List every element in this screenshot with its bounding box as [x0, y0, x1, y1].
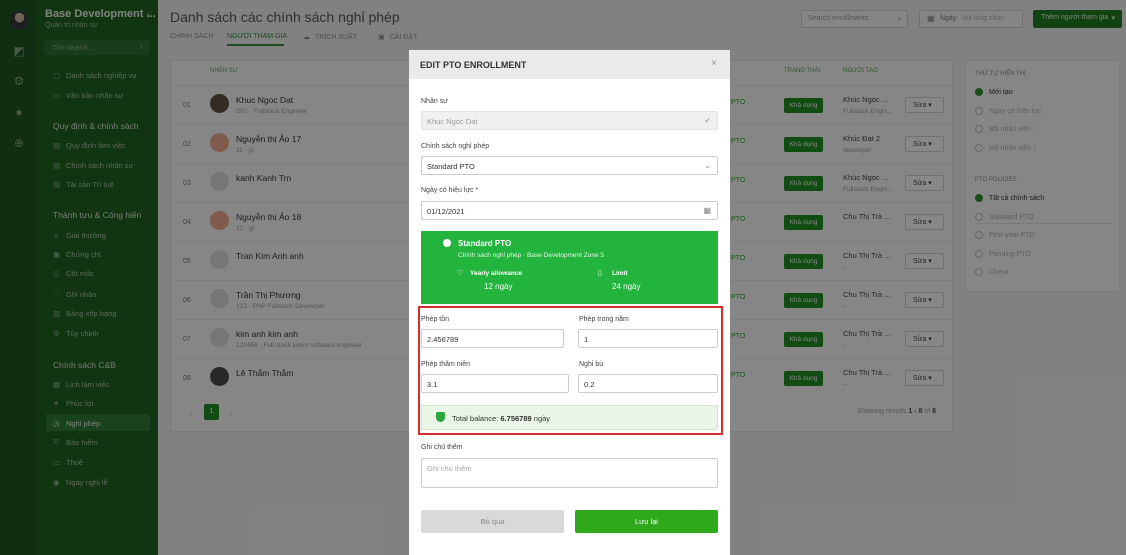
yearly-allowance-label: Yearly allowance: [470, 270, 523, 277]
note-label: Ghi chú thêm: [421, 444, 463, 451]
calendar-icon[interactable]: ▦: [703, 206, 711, 215]
chevron-down-icon: ⌄: [704, 161, 711, 170]
employee-label: Nhân sự: [421, 98, 448, 105]
policy-card-title: Standard PTO: [458, 239, 512, 248]
note-placeholder: Ghi chú thêm: [427, 464, 472, 473]
cancel-button[interactable]: Bỏ qua: [421, 510, 564, 533]
heart-icon: ♡: [457, 270, 464, 277]
effective-date-label: Ngày có hiệu lực *: [421, 187, 479, 194]
check-icon: ✓: [704, 116, 711, 125]
modal-header: EDIT PTO ENROLLMENT ×: [409, 50, 730, 79]
employee-field: Khuc Ngoc Dat ✓: [421, 111, 718, 130]
highlight-box: [418, 306, 723, 435]
yearly-allowance-value: 12 ngày: [484, 282, 513, 291]
limit-icon: ▯: [598, 270, 602, 277]
edit-enrollment-modal: EDIT PTO ENROLLMENT × Nhân sự Khuc Ngoc …: [409, 50, 730, 555]
modal-title: EDIT PTO ENROLLMENT: [420, 60, 527, 70]
note-textarea[interactable]: Ghi chú thêm: [421, 458, 718, 488]
policy-label: Chính sách nghỉ phép: [421, 143, 490, 150]
limit-label: Limit: [612, 270, 628, 277]
policy-value: Standard PTO: [427, 162, 475, 171]
policy-summary-card: Standard PTO Chính sách nghỉ phép · Base…: [421, 231, 718, 304]
save-button[interactable]: Lưu lại: [575, 510, 718, 533]
limit-value: 24 ngày: [612, 282, 641, 291]
effective-date-input[interactable]: 01/12/2021 ▦: [421, 201, 718, 220]
policy-card-subtitle: Chính sách nghỉ phép · Base Development …: [458, 252, 604, 259]
policy-dot-icon: [443, 239, 451, 247]
effective-date-value: 01/12/2021: [427, 207, 465, 216]
close-icon[interactable]: ×: [711, 58, 717, 69]
employee-value: Khuc Ngoc Dat: [427, 117, 478, 126]
policy-select[interactable]: Standard PTO ⌄: [421, 156, 718, 175]
